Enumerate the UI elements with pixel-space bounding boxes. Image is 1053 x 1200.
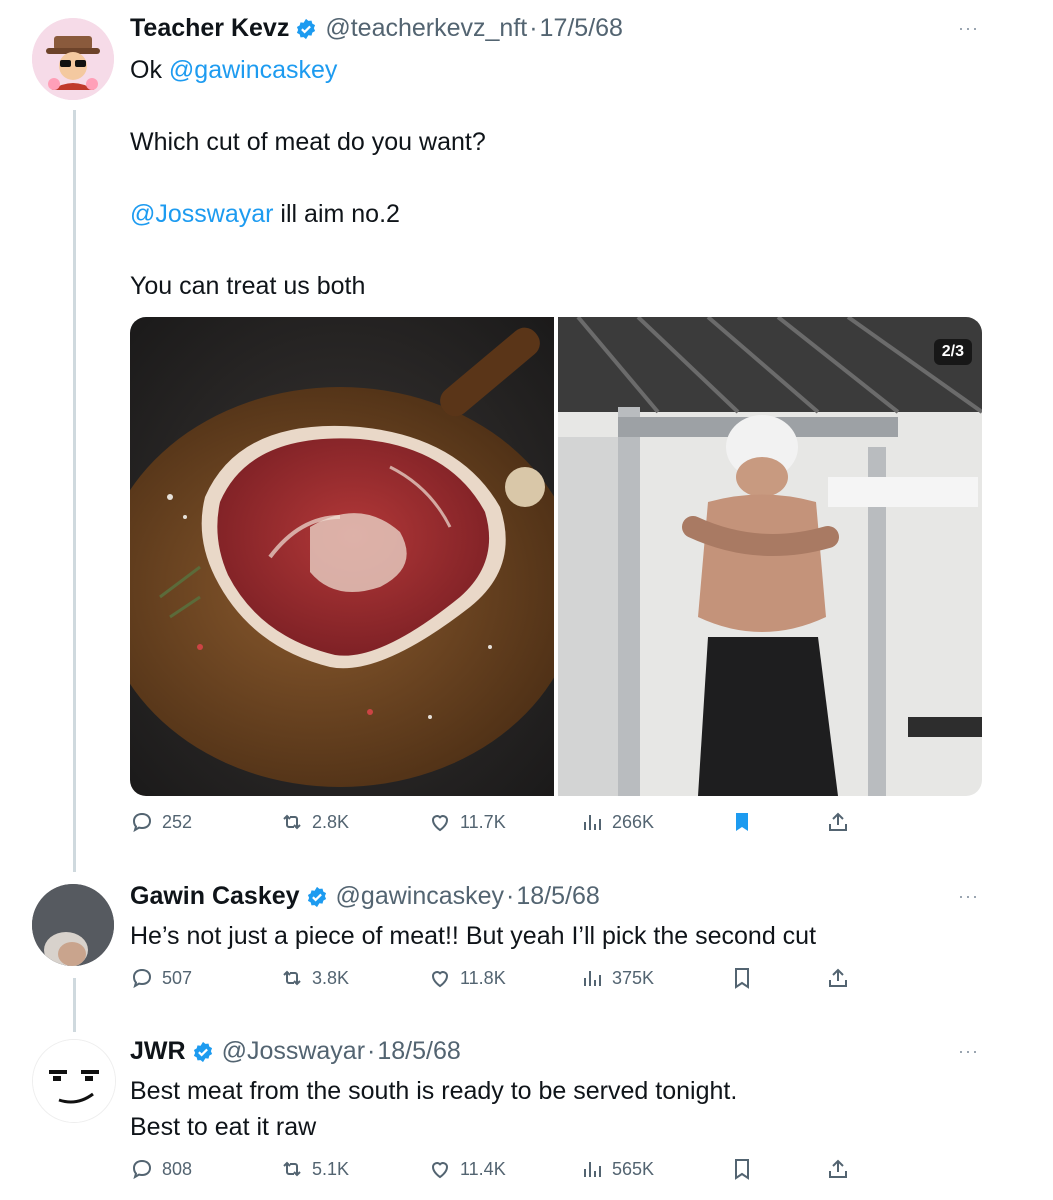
avatar-illustration [32, 18, 114, 100]
share-button[interactable] [826, 810, 858, 834]
separator-dot: · [506, 882, 515, 910]
handle[interactable]: @Josswayar [222, 1037, 365, 1066]
repost-button[interactable]: 3.8K [280, 966, 349, 990]
gym-photo [558, 317, 982, 796]
share-icon [829, 1159, 847, 1178]
views-button[interactable]: 375K [580, 966, 654, 990]
action-bar: 507 3.8K 11.8K 375K [130, 966, 860, 996]
timestamp[interactable]: 18/5/68 [516, 882, 599, 911]
views-chart-icon [584, 815, 601, 830]
more-options-icon[interactable]: ··· [958, 886, 979, 907]
avatar[interactable] [32, 884, 114, 966]
heart-icon [431, 971, 449, 988]
reply-icon [132, 1159, 152, 1180]
tweet-text: Best to eat it raw [130, 1113, 317, 1141]
separator-dot: · [529, 14, 538, 42]
mention-link[interactable]: @gawincaskey [169, 56, 338, 84]
reply-count: 507 [162, 967, 193, 988]
repost-count: 5.1K [312, 1158, 350, 1179]
tweet-text: Best meat from the south is ready to be … [130, 1077, 738, 1105]
like-button[interactable]: 11.7K [428, 810, 506, 834]
bookmark-button[interactable] [730, 810, 762, 834]
repost-icon [283, 814, 301, 830]
text-segment: ill aim no.2 [273, 200, 400, 228]
media-image-gym[interactable]: 2/3 [558, 317, 982, 796]
separator-dot: · [367, 1037, 376, 1065]
like-count: 11.4K [460, 1158, 506, 1179]
media-image-steak[interactable] [130, 317, 580, 796]
reply-count: 808 [162, 1158, 193, 1179]
media-counter-badge: 2/3 [933, 339, 972, 365]
views-button[interactable]: 266K [580, 810, 654, 834]
more-options-icon[interactable]: ··· [958, 1041, 979, 1062]
repost-button[interactable]: 2.8K [280, 810, 349, 834]
bookmark-icon [735, 1159, 749, 1180]
action-bar: 252 2.8K 11.7K 266K [130, 810, 860, 840]
handle[interactable]: @gawincaskey [336, 882, 505, 911]
tweet-text: @Josswayar ill aim no.2 [130, 196, 400, 232]
mention-link[interactable]: @Josswayar [130, 200, 273, 228]
action-bar: 808 5.1K 11.4K 565K [130, 1157, 860, 1187]
share-button[interactable] [826, 1157, 858, 1181]
verified-badge-icon [192, 1041, 214, 1063]
steak-image [130, 317, 580, 796]
display-name[interactable]: Teacher Kevz [130, 14, 289, 43]
verified-badge-icon [295, 18, 317, 40]
timestamp[interactable]: 17/5/68 [540, 14, 623, 43]
tweet-header: JWR @Josswayar · 18/5/68 [130, 1037, 461, 1066]
verified-badge-icon [306, 886, 328, 908]
avatar-face [33, 1040, 115, 1122]
repost-count: 2.8K [312, 811, 350, 832]
reply-button[interactable]: 252 [130, 810, 192, 834]
reply-button[interactable]: 808 [130, 1157, 192, 1181]
avatar[interactable] [32, 1039, 116, 1123]
handle[interactable]: @teacherkevz_nft [325, 14, 527, 43]
bookmark-button[interactable] [730, 1157, 762, 1181]
tweet-text: Which cut of meat do you want? [130, 128, 486, 156]
views-chart-icon [584, 971, 601, 986]
like-button[interactable]: 11.8K [428, 966, 506, 990]
tweet[interactable]: JWR @Josswayar · 18/5/68 ··· Best meat f… [0, 1025, 1053, 1200]
tweet[interactable]: Gawin Caskey @gawincaskey · 18/5/68 ··· … [0, 870, 1053, 1010]
display-name[interactable]: Gawin Caskey [130, 882, 300, 911]
media-grid: 2/3 [130, 317, 982, 796]
like-button[interactable]: 11.4K [428, 1157, 506, 1181]
views-count: 266K [612, 811, 655, 832]
views-button[interactable]: 565K [580, 1157, 654, 1181]
tweet-header: Teacher Kevz @teacherkevz_nft · 17/5/68 [130, 14, 623, 43]
tweet[interactable]: Teacher Kevz @teacherkevz_nft · 17/5/68 … [0, 0, 1053, 860]
like-count: 11.7K [460, 811, 506, 832]
views-count: 565K [612, 1158, 655, 1179]
repost-icon [283, 970, 301, 986]
tweet-text: You can treat us both [130, 272, 366, 300]
reply-icon [132, 812, 152, 833]
avatar-photo [32, 884, 114, 966]
bookmark-icon [735, 968, 749, 989]
share-icon [829, 812, 847, 831]
reply-count: 252 [162, 811, 193, 832]
repost-count: 3.8K [312, 967, 350, 988]
bookmark-button[interactable] [730, 966, 762, 990]
repost-button[interactable]: 5.1K [280, 1157, 349, 1181]
more-options-icon[interactable]: ··· [958, 18, 979, 39]
tweet-text: Ok @gawincaskey [130, 52, 337, 88]
reply-button[interactable]: 507 [130, 966, 192, 990]
share-button[interactable] [826, 966, 858, 990]
bookmark-filled-icon [736, 813, 748, 831]
repost-icon [283, 1161, 301, 1177]
like-count: 11.8K [460, 967, 506, 988]
views-count: 375K [612, 967, 655, 988]
tweet-text: He’s not just a piece of meat!! But yeah… [130, 922, 817, 950]
heart-icon [431, 1162, 449, 1179]
timestamp[interactable]: 18/5/68 [377, 1037, 460, 1066]
views-chart-icon [584, 1162, 601, 1177]
reply-icon [132, 968, 152, 989]
text-segment: Ok [130, 56, 169, 84]
share-icon [829, 968, 847, 987]
display-name[interactable]: JWR [130, 1037, 186, 1066]
tweet-header: Gawin Caskey @gawincaskey · 18/5/68 [130, 882, 600, 911]
avatar[interactable] [32, 18, 114, 100]
heart-icon [431, 815, 449, 832]
